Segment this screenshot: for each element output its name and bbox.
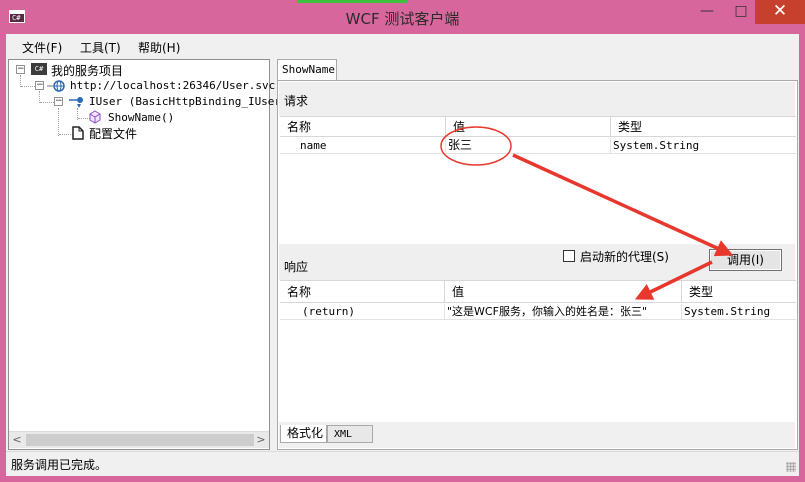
request-param-type: System.String: [613, 139, 700, 152]
service-tree[interactable]: − C# 我的服务项目 − http://localhost:26346/Use…: [8, 59, 288, 450]
request-col-type[interactable]: 类型: [611, 117, 796, 137]
request-param-name: name: [280, 138, 446, 154]
response-col-name[interactable]: 名称: [280, 281, 445, 303]
scrollbar-thumb[interactable]: [26, 434, 254, 446]
tab-showname[interactable]: ShowName: [277, 59, 337, 80]
collapse-project-icon[interactable]: −: [16, 65, 25, 74]
taskbar-accent: [297, 0, 407, 3]
response-grid-header: 名称 值 类型: [280, 281, 796, 303]
scroll-right-arrow-icon[interactable]: >: [253, 432, 269, 448]
start-new-proxy-checkbox[interactable]: [563, 250, 575, 262]
tab-formatted[interactable]: 格式化: [280, 425, 327, 443]
request-grid-header: 名称 值 类型: [280, 117, 796, 137]
request-col-value[interactable]: 值: [446, 117, 611, 137]
window-title: WCF 测试客户端: [345, 10, 460, 28]
request-grid[interactable]: 名称 值 类型 name 张三 System.String: [280, 116, 796, 244]
collapse-contract-icon[interactable]: −: [54, 97, 63, 106]
menu-help[interactable]: 帮助(H): [138, 39, 180, 56]
collapse-endpoint-icon[interactable]: −: [35, 81, 44, 90]
operation-cube-icon: [89, 110, 101, 124]
request-section-label: 请求: [279, 82, 795, 116]
request-col-name[interactable]: 名称: [280, 117, 446, 137]
start-new-proxy-label: 启动新的代理(S): [580, 250, 669, 264]
table-row[interactable]: (return) "这是WCF服务，你输入的姓名是：张三" System.Str…: [280, 304, 796, 320]
close-button[interactable]: ✕: [755, 0, 805, 24]
response-col-value[interactable]: 值: [445, 281, 682, 303]
invoke-button[interactable]: 调用(I): [709, 249, 782, 271]
response-grid[interactable]: 名称 值 类型 (return) "这是WCF服务，你输入的姓名是：张三" Sy…: [280, 280, 796, 422]
config-file-icon: [72, 126, 84, 140]
endpoint-globe-icon: [47, 80, 65, 92]
tree-horizontal-scrollbar[interactable]: < >: [9, 431, 269, 448]
response-col-type[interactable]: 类型: [682, 281, 796, 303]
tab-xml[interactable]: XML: [327, 425, 373, 443]
menu-tools[interactable]: 工具(T): [80, 39, 121, 56]
status-bar: 服务调用已完成。: [6, 451, 799, 475]
table-row[interactable]: name 张三 System.String: [280, 138, 796, 154]
scroll-left-arrow-icon[interactable]: <: [9, 432, 25, 448]
response-return-type: System.String: [684, 305, 771, 318]
menu-file[interactable]: 文件(F): [22, 39, 62, 56]
resize-grip-icon[interactable]: [786, 462, 796, 472]
request-param-value[interactable]: 张三: [446, 138, 611, 154]
response-return-value[interactable]: "这是WCF服务，你输入的姓名是：张三": [445, 304, 682, 320]
project-icon: C#: [31, 63, 47, 75]
status-text: 服务调用已完成。: [11, 458, 108, 472]
response-return-name: (return): [280, 304, 445, 320]
response-section-label: 响应: [284, 258, 309, 275]
maximize-button[interactable]: □: [727, 0, 755, 24]
menu-bar: 文件(F) 工具(T) 帮助(H): [6, 34, 799, 58]
minimize-button[interactable]: —: [693, 0, 721, 24]
